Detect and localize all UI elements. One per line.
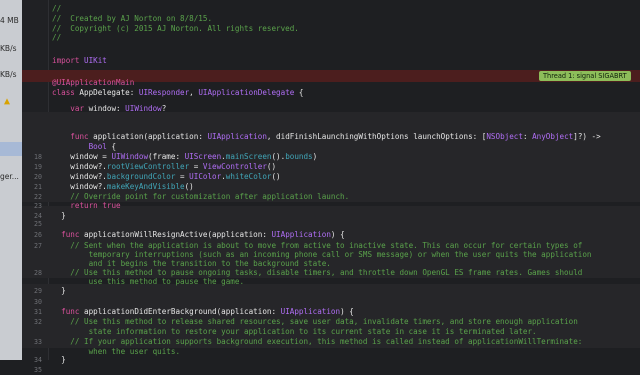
code-line[interactable] [0,94,640,104]
code-line[interactable] [0,67,640,77]
line-number: 31 [34,308,42,316]
code-text: // [52,4,62,13]
line-number: 21 [34,183,42,191]
line-number: 32 [34,318,42,326]
code-line[interactable]: 18 window = UIWindow(frame: UIScreen.mai… [0,152,640,162]
code-line[interactable]: 21 window?.makeKeyAndVisible() [0,182,640,192]
line-number: 23 [34,202,42,210]
code-line[interactable]: @UIApplicationMain [0,78,640,88]
line-number: 33 [34,338,42,346]
line-number: 26 [34,231,42,239]
code-line[interactable]: 23 return true [0,201,640,211]
code-line[interactable]: 35 [0,365,640,375]
code-text: func application(application: UIApplicat… [70,132,601,141]
code-line[interactable]: 20 window?.backgroundColor = UIColor.whi… [0,172,640,182]
line-number: 18 [34,153,42,161]
line-number: 34 [34,356,42,364]
code-line[interactable]: 34 } [0,355,640,365]
line-number: 35 [34,366,42,374]
code-text: // If your application supports backgrou… [52,337,583,346]
line-number: 25 [34,220,42,228]
code-line[interactable]: import UIKit [0,56,640,66]
code-line[interactable]: 25 [0,219,640,229]
code-text: var window: UIWindow? [70,104,167,113]
code-line[interactable]: var window: UIWindow? [0,104,640,114]
code-text: window?.rootViewController = ViewControl… [52,162,277,171]
code-text: state information to restore your applic… [52,327,537,336]
code-text: return true [70,201,121,210]
code-text: window = UIWindow(frame: UIScreen.mainSc… [52,152,318,161]
code-line[interactable]: 30 [0,297,640,307]
code-line[interactable]: // Created by AJ Norton on 8/8/15. [0,14,640,24]
line-number: 29 [34,287,42,295]
line-number: 19 [34,163,42,171]
code-text: import UIKit [52,56,107,65]
code-text: } [52,355,66,364]
code-text: } [52,286,66,295]
code-text: // [52,33,62,42]
code-line[interactable]: Bool { [0,142,640,152]
code-line[interactable]: 19 window?.rootViewController = ViewCont… [0,162,640,172]
code-line[interactable]: // [0,4,640,14]
code-text: func applicationDidEnterBackground(appli… [61,307,354,316]
code-line[interactable] [0,45,640,55]
code-line[interactable]: 31 func applicationDidEnterBackground(ap… [0,307,640,317]
code-text: window?.makeKeyAndVisible() [52,182,194,191]
code-line[interactable]: 29 } [0,286,640,296]
code-text: func applicationWillResignActive(applica… [61,230,345,239]
code-line[interactable] [0,122,640,132]
code-line[interactable]: func application(application: UIApplicat… [0,132,640,142]
code-line[interactable]: state information to restore your applic… [0,327,640,337]
line-number: 20 [34,173,42,181]
code-line[interactable]: 32 // Use this method to release shared … [0,317,640,327]
code-text: @UIApplicationMain [52,78,135,87]
code-text: window?.backgroundColor = UIColor.whiteC… [52,172,281,181]
code-line[interactable]: 26 func applicationWillResignActive(appl… [0,230,640,240]
code-text: // Created by AJ Norton on 8/8/15. [52,14,213,23]
line-number: 30 [34,298,42,306]
code-line[interactable]: 33 // If your application supports backg… [0,337,640,347]
code-line[interactable]: // [0,33,640,43]
code-text: Bool { [88,142,117,151]
code-text: // Use this method to release shared res… [52,317,578,326]
